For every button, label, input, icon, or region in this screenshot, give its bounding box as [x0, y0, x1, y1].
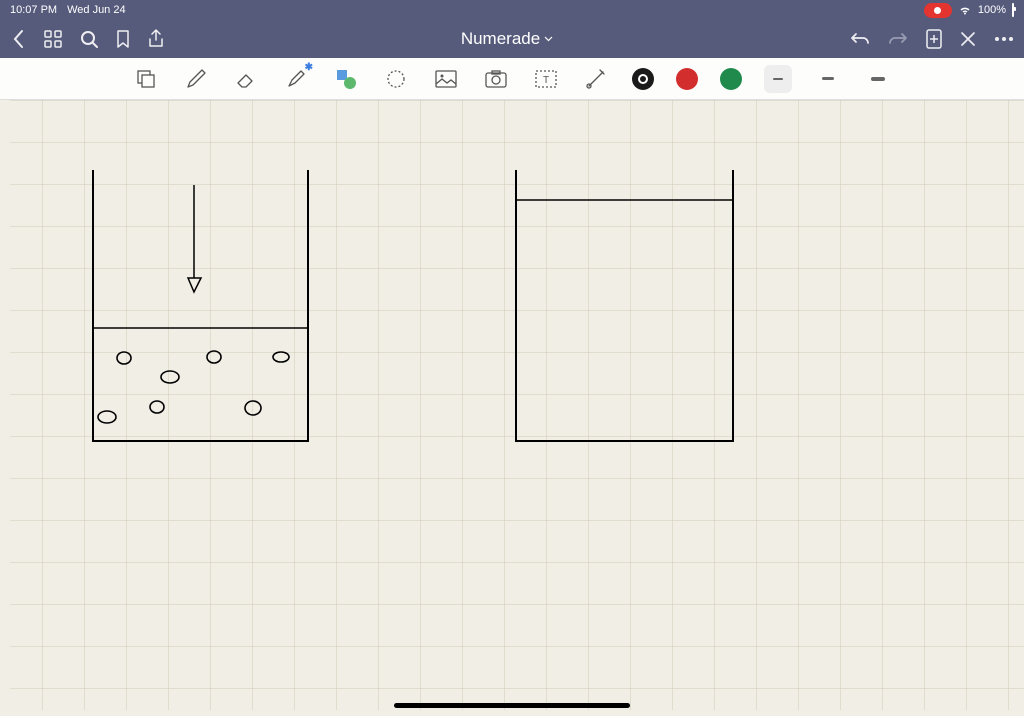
laser-tool[interactable]: [582, 65, 610, 93]
chevron-down-icon: [544, 36, 553, 42]
nav-bar: Numerade: [0, 20, 1024, 58]
color-black[interactable]: [632, 68, 654, 90]
svg-text:T: T: [543, 75, 549, 86]
camera-tool[interactable]: [482, 65, 510, 93]
status-bar: 10:07 PM Wed Jun 24 100%: [0, 0, 1024, 20]
image-tool[interactable]: [432, 65, 460, 93]
more-icon[interactable]: [994, 36, 1014, 42]
stroke-thin[interactable]: [764, 65, 792, 93]
status-time: 10:07 PM: [10, 4, 57, 16]
search-icon[interactable]: [80, 30, 98, 48]
shape-tool[interactable]: [132, 65, 160, 93]
stroke-medium[interactable]: [814, 65, 842, 93]
home-indicator[interactable]: [394, 703, 630, 708]
back-button[interactable]: [10, 29, 26, 49]
textbox-tool[interactable]: T: [532, 65, 560, 93]
canvas[interactable]: [0, 100, 1024, 716]
wifi-icon: [958, 5, 972, 16]
redo-button[interactable]: [888, 31, 908, 47]
page-title-container[interactable]: Numerade: [461, 29, 553, 49]
color-green[interactable]: [720, 68, 742, 90]
close-button[interactable]: [960, 31, 976, 47]
undo-button[interactable]: [850, 31, 870, 47]
highlighter-tool[interactable]: ✱: [282, 65, 310, 93]
shapes-tool[interactable]: [332, 65, 360, 93]
battery-icon: [1012, 4, 1014, 16]
stroke-thick[interactable]: [864, 65, 892, 93]
add-page-button[interactable]: [926, 29, 942, 49]
lasso-tool[interactable]: [382, 65, 410, 93]
battery-pct: 100%: [978, 4, 1006, 16]
drawing-layer: [0, 100, 1024, 716]
status-date: Wed Jun 24: [67, 4, 126, 16]
eraser-tool[interactable]: [232, 65, 260, 93]
share-icon[interactable]: [148, 29, 164, 49]
pen-tool[interactable]: [182, 65, 210, 93]
page-title: Numerade: [461, 29, 540, 49]
bookmark-icon[interactable]: [116, 30, 130, 48]
record-indicator: [924, 3, 952, 18]
toolbar: ✱ T: [0, 58, 1024, 100]
color-red[interactable]: [676, 68, 698, 90]
grid-icon[interactable]: [44, 30, 62, 48]
